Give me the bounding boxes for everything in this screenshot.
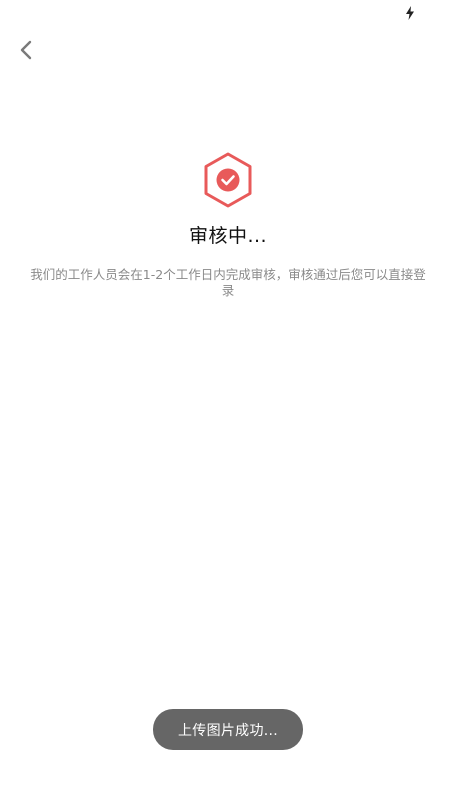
upload-success-toast: 上传图片成功... (153, 709, 303, 750)
review-status-title: 审核中... (188, 225, 268, 247)
review-pending-screen: 审核中... 我们的工作人员会在1-2个工作日内完成审核，审核通过后您可以直接登… (0, 0, 456, 811)
review-status-description: 我们的工作人员会在1-2个工作日内完成审核，审核通过后您可以直接登录 (30, 267, 426, 298)
back-button[interactable] (10, 36, 42, 68)
chevron-left-icon (19, 39, 33, 65)
hexagon-check-icon (202, 152, 254, 212)
charging-bolt-icon (405, 5, 415, 20)
review-status-badge (202, 152, 254, 208)
status-bar (0, 0, 456, 24)
